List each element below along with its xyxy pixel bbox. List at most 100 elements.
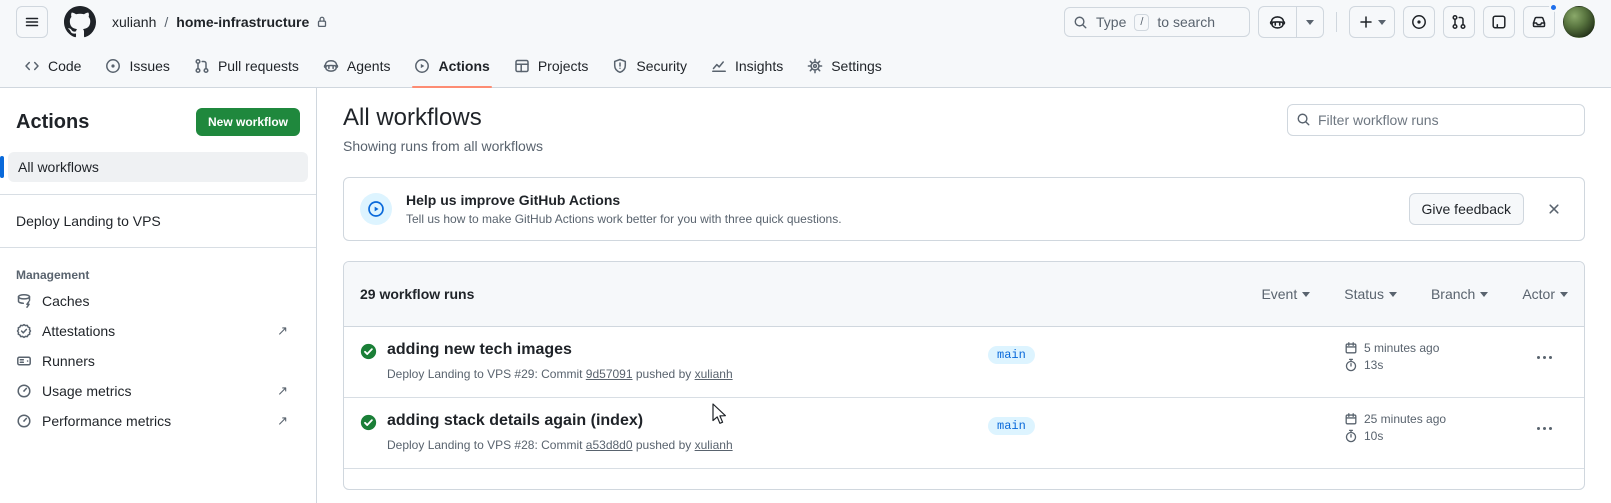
success-check-icon: [360, 343, 377, 360]
sidebar-item-label: Runners: [42, 353, 95, 369]
avatar[interactable]: [1563, 6, 1595, 38]
notification-dot: [1549, 3, 1558, 12]
partial-run-row: [344, 469, 1584, 489]
create-new-button[interactable]: [1349, 6, 1395, 38]
tab-settings[interactable]: Settings: [797, 44, 892, 87]
banner-title: Help us improve GitHub Actions: [406, 192, 621, 208]
calendar-icon: [1345, 342, 1357, 354]
tab-code[interactable]: Code: [14, 44, 91, 87]
tab-label: Code: [48, 57, 82, 74]
copilot-dropdown-button[interactable]: [1297, 7, 1323, 37]
github-mark-icon: [64, 6, 96, 38]
search-placeholder-suffix: to search: [1157, 14, 1216, 30]
tab-pull-requests[interactable]: Pull requests: [184, 44, 309, 87]
management-section-heading: Management: [16, 268, 90, 282]
actor-link[interactable]: xulianh: [695, 367, 733, 381]
new-workflow-button[interactable]: New workflow: [195, 108, 300, 136]
run-duration: 10s: [1344, 429, 1520, 443]
lock-icon: [318, 16, 327, 28]
meter-icon: [17, 384, 31, 398]
global-header: xulianh / home-infrastructure Type / to …: [0, 0, 1611, 44]
hamburger-menu-button[interactable]: [16, 6, 48, 38]
search-placeholder-prefix: Type: [1096, 14, 1127, 30]
copilot-button-group: [1258, 6, 1324, 38]
banner-close-button[interactable]: [1546, 201, 1562, 217]
copilot-button[interactable]: [1259, 7, 1297, 37]
branch-cell: main: [988, 341, 1308, 381]
actions-feedback-icon: [360, 193, 392, 225]
filter-workflow-runs-input[interactable]: [1287, 104, 1585, 136]
tab-insights[interactable]: Insights: [701, 44, 793, 87]
tab-issues[interactable]: Issues: [95, 44, 179, 87]
run-title-block: adding stack details again (index) Deplo…: [360, 412, 988, 452]
commit-link[interactable]: 9d57091: [586, 367, 633, 381]
verified-icon: [16, 323, 32, 339]
breadcrumb-repo-link[interactable]: home-infrastructure: [176, 14, 329, 30]
banner-description: Tell us how to make GitHub Actions work …: [406, 212, 842, 226]
header-divider: [1336, 12, 1337, 32]
run-title-link[interactable]: adding new tech images: [387, 341, 572, 358]
plus-icon: [1360, 16, 1372, 28]
workflow-runs-header: 29 workflow runs Event Status Branch Act…: [344, 262, 1584, 327]
tab-projects[interactable]: Projects: [504, 44, 599, 87]
filter-label: Actor: [1522, 286, 1555, 302]
run-duration-label: 10s: [1364, 429, 1384, 443]
event-filter-dropdown[interactable]: Event: [1261, 286, 1311, 302]
shield-icon: [614, 58, 627, 73]
notifications-wrap: [1523, 3, 1558, 38]
code-icon: [25, 61, 39, 70]
meter-icon: [17, 414, 31, 428]
tab-label: Issues: [129, 57, 170, 74]
branch-cell: main: [988, 412, 1308, 452]
global-search-input[interactable]: Type / to search: [1064, 7, 1250, 37]
kebab-menu-button[interactable]: [1528, 416, 1560, 440]
projects-icon: [1492, 15, 1506, 29]
github-logo[interactable]: [64, 6, 96, 38]
branch-badge[interactable]: main: [988, 417, 1035, 435]
commit-link[interactable]: a53d8d0: [586, 438, 633, 452]
actor-link[interactable]: xulianh: [695, 438, 733, 452]
sidebar-item-deploy-landing-to-vps[interactable]: Deploy Landing to VPS: [0, 207, 316, 235]
sidebar-item-label: Attestations: [42, 323, 116, 339]
sidebar-item-performance-metrics[interactable]: Performance metrics ↗: [0, 406, 316, 436]
sidebar-item-runners[interactable]: Runners: [0, 346, 316, 376]
sidebar-item-attestations[interactable]: Attestations ↗: [0, 316, 316, 346]
issue-opened-icon: [106, 58, 121, 73]
page-subtitle: Showing runs from all workflows: [343, 138, 543, 154]
filter-label: Status: [1344, 286, 1384, 302]
feedback-banner: Help us improve GitHub Actions Tell us h…: [343, 177, 1585, 241]
tab-label: Insights: [734, 57, 784, 74]
run-text: adding stack details again (index) Deplo…: [387, 412, 733, 452]
projects-header-button[interactable]: [1483, 6, 1515, 38]
tab-label: Pull requests: [217, 57, 299, 74]
gear-icon: [807, 58, 823, 73]
branch-filter-dropdown[interactable]: Branch: [1430, 286, 1489, 302]
header-actions: Type / to search: [1064, 3, 1595, 38]
kebab-menu-button[interactable]: [1528, 345, 1560, 369]
give-feedback-button[interactable]: Give feedback: [1408, 193, 1524, 225]
run-title-link[interactable]: adding stack details again (index): [387, 412, 643, 429]
tab-actions[interactable]: Actions: [404, 44, 499, 88]
status-filter-dropdown[interactable]: Status: [1344, 286, 1397, 302]
agents-icon: [323, 59, 339, 72]
issues-header-button[interactable]: [1403, 6, 1435, 38]
actor-filter-dropdown[interactable]: Actor: [1522, 286, 1568, 302]
sidebar-item-all-workflows[interactable]: All workflows: [0, 152, 308, 182]
branch-badge[interactable]: main: [988, 346, 1035, 364]
page-body: Actions New workflow All workflows Deplo…: [0, 88, 1611, 503]
sidebar-item-usage-metrics[interactable]: Usage metrics ↗: [0, 376, 316, 406]
chevron-down-icon: [1388, 291, 1397, 297]
pull-requests-header-button[interactable]: [1443, 6, 1475, 38]
sidebar-item-caches[interactable]: Caches: [0, 286, 316, 316]
workflow-runs-card: 29 workflow runs Event Status Branch Act…: [343, 261, 1585, 490]
workflow-run-row: adding stack details again (index) Deplo…: [344, 398, 1584, 469]
repo-tab-bar: Code Issues Pull requests Agents Actions…: [0, 44, 1611, 88]
banner-text: Help us improve GitHub Actions Tell us h…: [406, 192, 842, 226]
tab-agents[interactable]: Agents: [313, 44, 401, 87]
calendar-icon: [1345, 413, 1357, 425]
sidebar-header: Actions New workflow: [0, 108, 316, 136]
breadcrumb-owner-link[interactable]: xulianh: [112, 14, 156, 30]
run-meta: 25 minutes ago 10s: [1308, 412, 1520, 452]
tab-security[interactable]: Security: [602, 44, 697, 87]
filter-label: Branch: [1430, 286, 1476, 302]
